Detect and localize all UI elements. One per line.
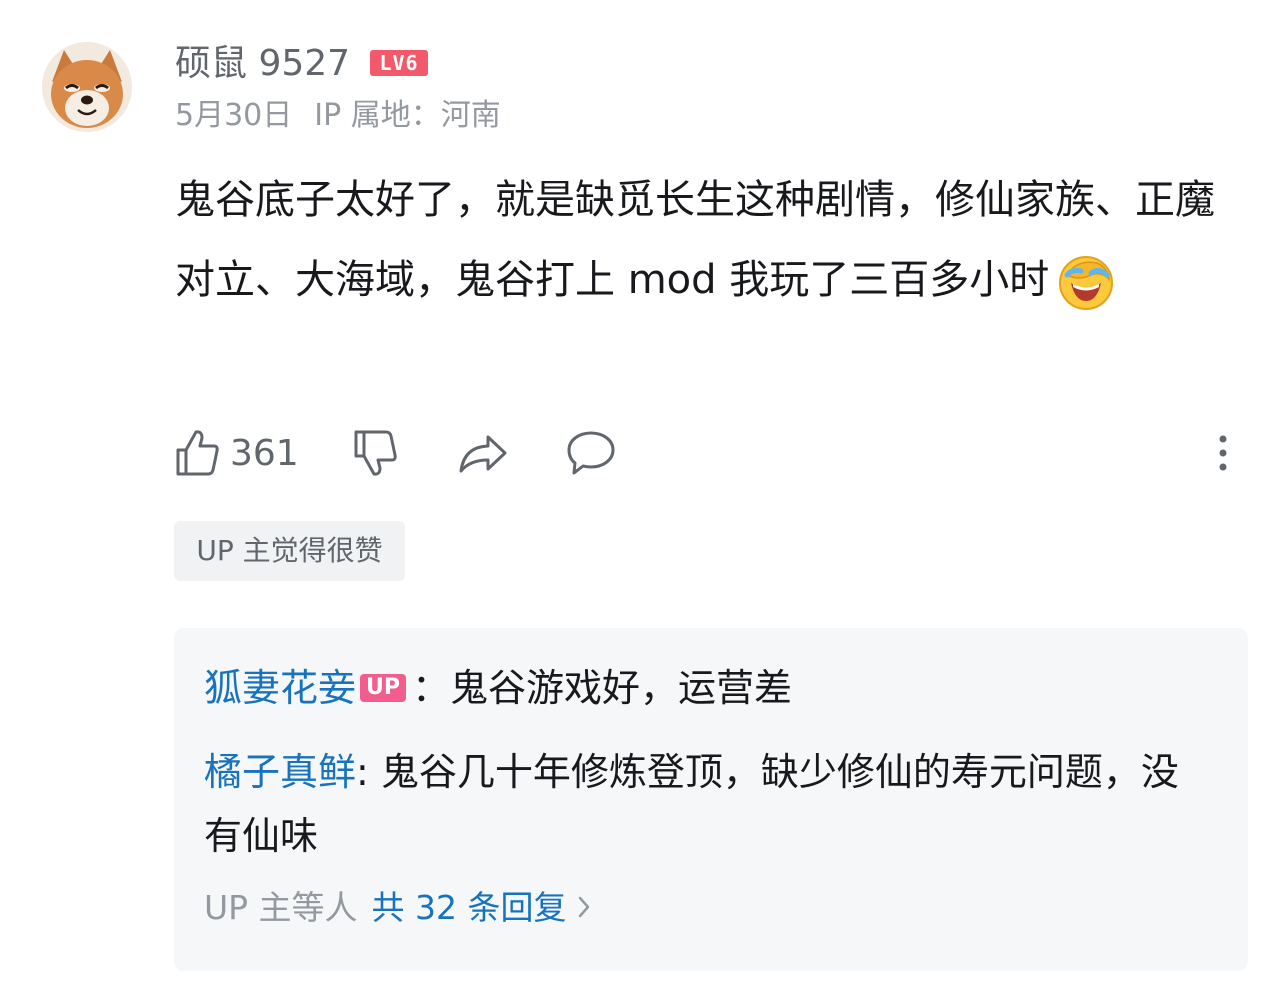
reply-separator: ：	[412, 666, 451, 710]
like-button[interactable]: 361	[174, 425, 299, 481]
comment-date: 5月30日	[175, 98, 293, 133]
facepalm-laugh-emoji-icon	[1057, 253, 1115, 311]
level-badge: LV6	[370, 50, 428, 76]
view-all-replies[interactable]: UP 主等人共 32 条回复	[204, 876, 591, 940]
up-badge: UP	[360, 673, 407, 702]
reply-item: 狐妻花妾 UP ：鬼谷游戏好，运营差	[204, 656, 1214, 720]
comment-text: 鬼谷底子太好了，就是缺觅长生这种剧情，修仙家族、正魔对立、大海域，鬼谷打上 mo…	[175, 160, 1235, 320]
share-icon	[458, 431, 508, 475]
action-bar: 361	[0, 425, 1284, 481]
reply-author[interactable]: 橘子真鲜	[204, 750, 356, 794]
thumbs-up-icon	[174, 428, 220, 478]
up-liked-tag: UP 主觉得很赞	[174, 521, 405, 581]
like-count: 361	[230, 432, 299, 474]
reply-author[interactable]: 狐妻花妾	[204, 666, 356, 710]
reply-text: 鬼谷游戏好，运营差	[450, 666, 793, 710]
ip-location: IP 属地：河南	[314, 98, 501, 133]
comment-meta: 5月30日 IP 属地：河南	[175, 96, 501, 136]
comment-icon	[566, 429, 616, 477]
chevron-right-icon	[577, 876, 591, 940]
replies-preview[interactable]: 狐妻花妾 UP ：鬼谷游戏好，运营差 橘子真鲜: 鬼谷几十年修炼登顶，缺少修仙的寿元…	[174, 628, 1248, 971]
reply-button[interactable]	[566, 425, 616, 481]
reply-summary-prefix: UP 主等人	[204, 888, 358, 927]
more-vertical-icon	[1212, 431, 1234, 475]
avatar[interactable]	[42, 42, 132, 132]
thumbs-down-icon	[352, 428, 398, 478]
reply-item: 橘子真鲜: 鬼谷几十年修炼登顶，缺少修仙的寿元问题，没有仙味	[204, 740, 1214, 868]
reply-separator: :	[356, 750, 381, 794]
dislike-button[interactable]	[352, 425, 398, 481]
reply-count-link[interactable]: 共 32 条回复	[372, 888, 567, 927]
username[interactable]: 硕鼠 9527	[175, 42, 350, 86]
more-options-button[interactable]	[1212, 425, 1234, 481]
share-button[interactable]	[458, 425, 508, 481]
